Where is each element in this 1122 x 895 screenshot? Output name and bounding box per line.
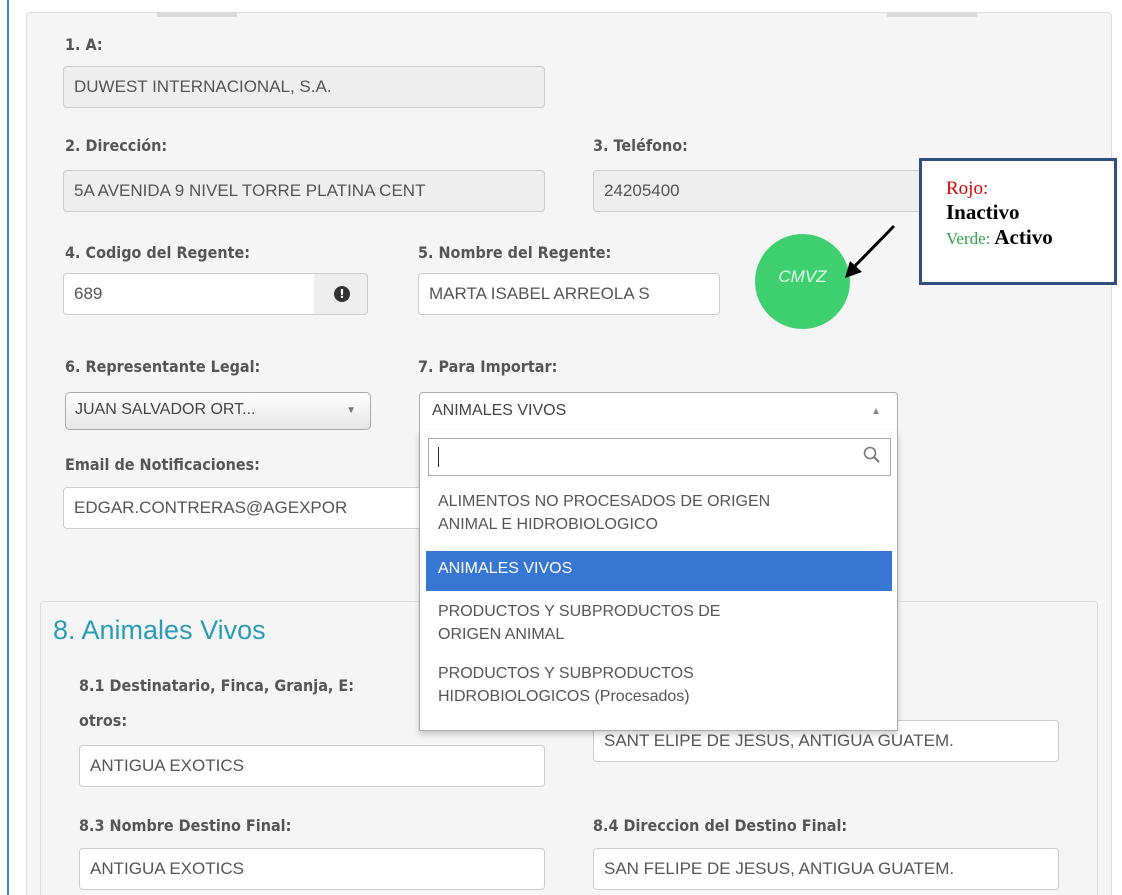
para-importar-label: 7. Para Importar: [418, 357, 558, 376]
nombre-destino-input[interactable]: ANTIGUA EXOTICS [79, 848, 545, 890]
status-legend: Rojo: Inactivo Verde: Activo [919, 158, 1117, 285]
caret-down-icon: ▼ [346, 405, 356, 416]
representante-select[interactable]: JUAN SALVADOR ORT... ▼ [65, 392, 371, 430]
nombre-destino-label: 8.3 Nombre Destino Final: [79, 816, 292, 835]
legend-green-label: Verde: [946, 229, 991, 248]
dropdown-option-selected[interactable]: ANIMALES VIVOS [426, 551, 892, 591]
legend-red-label: Rojo: [946, 178, 989, 199]
email-input[interactable]: EDGAR.CONTRERAS@AGEXPOR [63, 487, 443, 529]
section-title: 8. Animales Vivos [53, 615, 266, 645]
para-importar-dropdown: ALIMENTOS NO PROCESADOS DE ORIGEN ANIMAL… [419, 430, 898, 731]
representante-label: 6. Representante Legal: [65, 357, 261, 376]
search-icon [863, 446, 880, 463]
legend-red-state: Inactivo [946, 200, 1020, 224]
destinatario-label-line2: otros: [79, 711, 128, 730]
dropdown-option[interactable]: PRODUCTOS Y SUBPRODUCTOS DE ORIGEN ANIMA… [426, 594, 892, 654]
email-label: Email de Notificaciones: [65, 455, 260, 474]
representante-value: JUAN SALVADOR ORT... [75, 401, 256, 418]
text-cursor [438, 447, 439, 467]
para-importar-select[interactable]: ANIMALES VIVOS ▲ [419, 392, 898, 432]
direccion-destino-input[interactable]: SAN FELIPE DE JESUS, ANTIGUA GUATEM. [593, 848, 1059, 890]
dropdown-option[interactable]: ALIMENTOS NO PROCESADOS DE ORIGEN ANIMAL… [426, 484, 892, 550]
destinatario-input[interactable]: ANTIGUA EXOTICS [79, 745, 545, 787]
caret-up-icon: ▲ [871, 406, 881, 417]
destinatario-label: 8.1 Destinatario, Finca, Granja, E: [79, 676, 355, 695]
legend-green-state: Activo [994, 225, 1053, 249]
para-importar-value: ANIMALES VIVOS [432, 402, 567, 419]
dropdown-search-input[interactable] [428, 438, 891, 476]
dropdown-option[interactable]: PRODUCTOS Y SUBPRODUCTOS HIDROBIOLOGICOS… [426, 656, 892, 718]
direccion-destino-label: 8.4 Direccion del Destino Final: [593, 816, 848, 835]
